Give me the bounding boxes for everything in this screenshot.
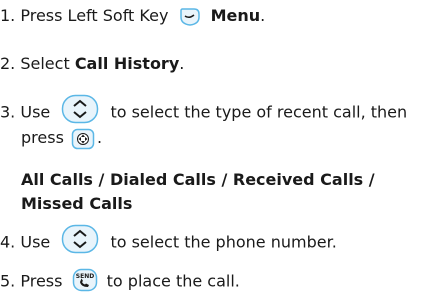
step-2-period: .	[179, 54, 185, 73]
step-5-text-after: to place the call.	[106, 271, 240, 291]
send-key-icon: SEND	[72, 268, 98, 292]
step-3: 3. Use to select the type of recent call…	[0, 94, 408, 128]
step-5: 5. Press SEND to place the call.	[0, 268, 240, 294]
step-3-text: Use	[20, 102, 51, 122]
call-history-label: Call History	[74, 54, 180, 73]
step-4-text-after: to select the phone number.	[110, 232, 337, 252]
step-2-text: Select	[20, 54, 70, 73]
step-3-press: press	[21, 128, 64, 147]
call-types-options-2: Missed Calls	[21, 193, 132, 215]
step-3-number: 3.	[0, 102, 16, 122]
step-3-line-2: press .	[21, 127, 102, 150]
menu-label: Menu	[210, 6, 261, 25]
call-types-options: All Calls / Dialed Calls / Received Call…	[21, 169, 375, 191]
navigation-key-icon	[61, 224, 99, 254]
call-types-line-2: Missed Calls	[21, 194, 133, 213]
step-4-number: 4.	[0, 232, 16, 252]
navigation-key-icon	[61, 94, 99, 124]
call-types-line-1: All Calls / Dialed Calls / Received Call…	[21, 170, 375, 189]
step-3-text-middle: to select the type of recent call, then	[110, 102, 408, 122]
step-5-number: 5.	[0, 271, 16, 291]
step-2: 2. Select Call History.	[0, 53, 184, 75]
ok-key-icon	[71, 128, 95, 150]
step-1-period: .	[260, 6, 266, 25]
step-1: 1. Press Left Soft Key Menu.	[0, 5, 265, 27]
step-4: 4. Use to select the phone number.	[0, 224, 337, 258]
svg-text:SEND: SEND	[75, 273, 93, 280]
left-soft-key-icon	[178, 7, 202, 27]
step-1-number: 1.	[0, 6, 16, 25]
step-2-number: 2.	[0, 54, 16, 73]
step-5-text: Press	[20, 271, 63, 291]
step-4-text: Use	[20, 232, 51, 252]
step-1-text: Press Left Soft Key	[20, 6, 169, 25]
step-3-period: .	[97, 128, 103, 147]
